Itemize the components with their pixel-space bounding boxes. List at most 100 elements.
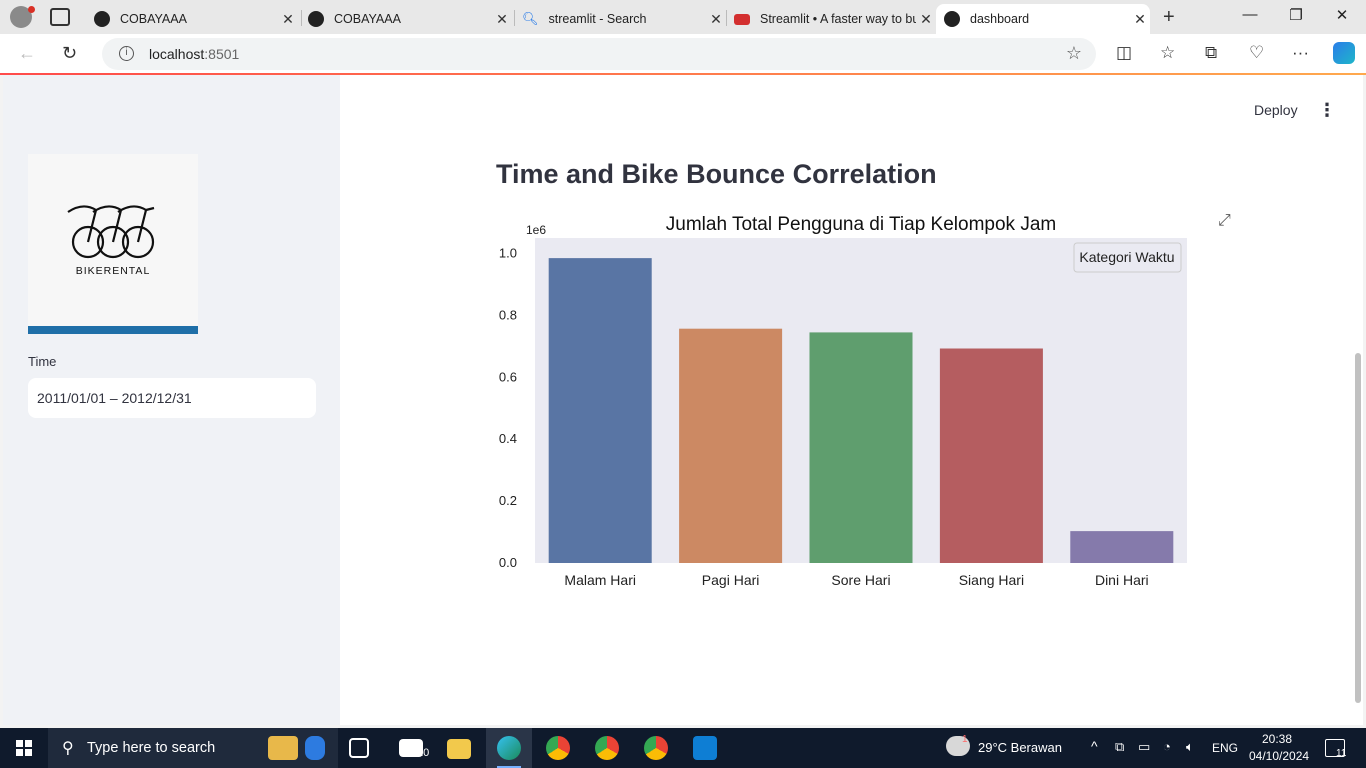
address-bar[interactable]: i localhost:8501 ☆ xyxy=(102,38,1096,70)
chrome-profile-m-icon[interactable] xyxy=(644,736,668,760)
y-offset-label: 1e6 xyxy=(526,223,546,237)
y-tick-label: 0.4 xyxy=(499,431,517,446)
browser-essentials-icon[interactable]: ♡ xyxy=(1249,43,1264,63)
search-favicon-icon: 🔍︎ xyxy=(522,11,539,26)
clock-date[interactable]: 04/10/2024 xyxy=(1249,749,1309,763)
new-tab-icon[interactable]: + xyxy=(1163,6,1175,29)
split-screen-icon[interactable]: ◫ xyxy=(1116,43,1132,63)
windows-start-icon[interactable] xyxy=(16,740,32,756)
chrome-icon[interactable] xyxy=(546,736,570,760)
streamlit-favicon-icon xyxy=(94,11,110,27)
tab-title: dashboard xyxy=(970,12,1030,26)
tab-title: COBAYAAA xyxy=(120,12,187,26)
url-host: localhost xyxy=(149,46,205,62)
widget-icon[interactable] xyxy=(305,736,325,760)
tab-close-icon[interactable]: ✕ xyxy=(278,11,298,28)
volume-muted-icon[interactable]: 🔈︎ xyxy=(1186,739,1194,755)
file-explorer-icon[interactable] xyxy=(447,739,471,759)
bar-sore-hari xyxy=(809,332,913,563)
language-indicator[interactable]: ENG xyxy=(1212,741,1238,755)
more-options-icon[interactable]: ··· xyxy=(1292,43,1309,63)
url-text[interactable]: localhost:8501 xyxy=(149,46,239,62)
tab-close-icon[interactable]: ✕ xyxy=(492,11,512,28)
browser-tab-1[interactable]: COBAYAAA ✕ xyxy=(86,4,298,34)
bikerental-logo: BIKERENTAL xyxy=(28,154,198,334)
task-view-icon[interactable] xyxy=(349,738,369,758)
date-range-input[interactable]: 2011/01/01 – 2012/12/31 xyxy=(28,378,316,418)
search-icon: ⚲ xyxy=(62,740,74,757)
scrollbar-thumb[interactable] xyxy=(1355,353,1361,703)
browser-tab-strip: COBAYAAA ✕ COBAYAAA ✕ 🔍︎ streamlit - Sea… xyxy=(0,0,1366,34)
x-tick-label: Siang Hari xyxy=(959,572,1024,588)
vscode-icon[interactable] xyxy=(693,736,717,760)
show-hidden-icons-icon[interactable]: ^ xyxy=(1091,738,1098,754)
mail-badge: 10 xyxy=(417,747,430,759)
sidebar: BIKERENTAL Time 2011/01/01 – 2012/12/31 xyxy=(3,75,340,725)
weather-badge: 1 xyxy=(962,734,968,745)
favorite-star-icon[interactable]: ☆ xyxy=(1066,43,1082,64)
streamlit-crown-favicon-icon xyxy=(734,13,750,25)
bar-pagi-hari xyxy=(679,328,783,563)
weather-text[interactable]: 29°C Berawan xyxy=(978,740,1062,755)
streamlit-favicon-icon xyxy=(944,11,960,27)
windows-taskbar: ⚲ Type here to search 10 1 29°C Berawan … xyxy=(0,728,1366,768)
legend-title: Kategori Waktu xyxy=(1079,249,1174,265)
tab-close-icon[interactable]: ✕ xyxy=(706,11,726,28)
y-tick-label: 0.8 xyxy=(499,307,517,322)
site-info-icon[interactable]: i xyxy=(119,46,134,61)
tab-title: COBAYAAA xyxy=(334,12,401,26)
notification-count: 11 xyxy=(1336,748,1347,759)
tab-actions-icon[interactable] xyxy=(50,8,70,26)
bar-siang-hari xyxy=(939,348,1043,563)
page-heading: Time and Bike Bounce Correlation xyxy=(496,159,937,189)
y-tick-label: 0.6 xyxy=(499,369,517,384)
x-tick-label: Sore Hari xyxy=(831,572,890,588)
browser-tab-2[interactable]: COBAYAAA ✕ xyxy=(300,4,512,34)
minimize-icon[interactable]: — xyxy=(1230,6,1270,23)
browser-tab-active[interactable]: dashboard ✕ xyxy=(936,4,1150,34)
browser-toolbar: ← ↻ i localhost:8501 ☆ ◫ ☆ ⧉ ♡ ··· xyxy=(0,34,1366,74)
bicycles-logo-icon xyxy=(67,205,155,259)
browser-tab-4[interactable]: Streamlit • A faster way to bu ✕ xyxy=(726,4,936,34)
battery-icon[interactable]: ▭ xyxy=(1138,739,1150,755)
copilot-icon[interactable] xyxy=(1333,42,1355,64)
x-tick-label: Malam Hari xyxy=(564,572,636,588)
tab-close-icon[interactable]: ✕ xyxy=(1130,11,1150,28)
meet-now-icon[interactable]: ⧉ xyxy=(1115,739,1124,755)
streamlit-favicon-icon xyxy=(308,11,324,27)
x-tick-label: Pagi Hari xyxy=(702,572,760,588)
deploy-button[interactable]: Deploy xyxy=(1254,102,1298,118)
fullscreen-expand-icon[interactable]: ⤢ xyxy=(1218,212,1231,230)
x-tick-label: Dini Hari xyxy=(1095,572,1149,588)
tab-title: Streamlit • A faster way to bu xyxy=(760,12,916,26)
y-tick-label: 0.2 xyxy=(499,493,517,508)
close-window-icon[interactable]: ✕ xyxy=(1322,6,1362,24)
restore-icon[interactable]: ❐ xyxy=(1276,6,1316,24)
tab-close-icon[interactable]: ✕ xyxy=(916,11,936,28)
streamlit-app: BIKERENTAL Time 2011/01/01 – 2012/12/31 … xyxy=(3,75,1363,725)
chrome-profile-r-icon[interactable] xyxy=(595,736,619,760)
back-icon[interactable]: ← xyxy=(18,43,36,64)
bar-dini-hari xyxy=(1070,531,1174,563)
time-label: Time xyxy=(28,354,57,369)
url-port: :8501 xyxy=(204,46,240,62)
bar-chart: Jumlah Total Pengguna di Tiap Kelompok J… xyxy=(499,214,1187,588)
logo-text: BIKERENTAL xyxy=(75,265,151,277)
clock-time[interactable]: 20:38 xyxy=(1262,732,1292,746)
reload-icon[interactable]: ↻ xyxy=(62,43,77,64)
y-tick-label: 0.0 xyxy=(499,555,517,570)
collections-icon[interactable]: ⧉ xyxy=(1205,43,1217,63)
legend: Kategori Waktu xyxy=(1073,242,1182,273)
bar-malam-hari xyxy=(548,258,652,563)
main-menu-icon[interactable]: ⋮ xyxy=(1318,100,1336,121)
profile-notification-dot xyxy=(28,6,35,13)
main-content: Deploy ⋮ Time and Bike Bounce Correlatio… xyxy=(340,75,1363,725)
edge-icon[interactable] xyxy=(497,736,521,760)
browser-tab-3[interactable]: 🔍︎ streamlit - Search ✕ xyxy=(514,4,726,34)
favorites-icon[interactable]: ☆ xyxy=(1160,43,1175,63)
y-tick-label: 1.0 xyxy=(499,245,517,260)
search-placeholder: Type here to search xyxy=(87,740,216,756)
search-highlight-icon[interactable] xyxy=(268,736,298,760)
wifi-icon[interactable]: ◔ xyxy=(1163,739,1171,754)
logo-footer-band xyxy=(28,326,198,334)
